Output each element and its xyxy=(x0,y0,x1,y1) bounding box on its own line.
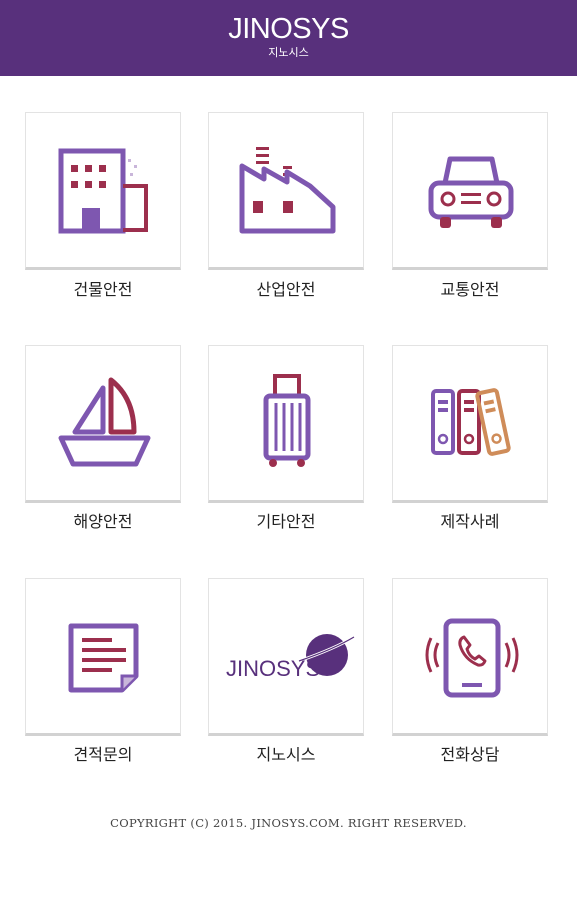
menu-tile-other-safety[interactable] xyxy=(208,345,364,503)
menu-tile-industrial-safety[interactable] xyxy=(208,112,364,270)
building-icon xyxy=(58,148,148,234)
menu-tile-jinosys[interactable]: JINOSYS xyxy=(208,578,364,736)
document-icon xyxy=(68,623,139,693)
menu-tile-estimate-inquiry[interactable] xyxy=(25,578,181,736)
brand-title: JINOSYS xyxy=(228,13,349,45)
menu-tile-traffic-safety[interactable] xyxy=(392,112,548,270)
menu-label-production-cases: 제작사례 xyxy=(440,512,500,531)
binders-icon xyxy=(431,388,511,456)
suitcase-icon xyxy=(263,374,311,467)
menu-label-jinosys: 지노시스 xyxy=(256,745,316,764)
menu-label-other-safety: 기타안전 xyxy=(256,512,316,531)
jinosys-logo: JINOSYS xyxy=(226,634,355,681)
menu-tile-marine-safety[interactable] xyxy=(25,345,181,503)
phone-ringing-icon xyxy=(425,618,519,698)
car-icon xyxy=(428,156,514,228)
menu-tile-phone-consult[interactable] xyxy=(392,578,548,736)
menu-tile-production-cases[interactable] xyxy=(392,345,548,503)
sailboat-icon xyxy=(58,377,151,467)
jinosys-logo-text: JINOSYS xyxy=(226,656,320,681)
app-header: JINOSYS 지노시스 xyxy=(0,0,577,76)
menu-label-building-safety: 건물안전 xyxy=(73,280,133,299)
factory-icon xyxy=(239,147,336,234)
menu-label-marine-safety: 해양안전 xyxy=(73,512,133,531)
copyright-text: COPYRIGHT (C) 2015. JINOSYS.COM. RIGHT R… xyxy=(110,816,467,830)
menu-label-traffic-safety: 교통안전 xyxy=(440,280,500,299)
menu-label-estimate-inquiry: 견적문의 xyxy=(73,745,133,764)
menu-label-phone-consult: 전화상담 xyxy=(440,745,500,764)
menu-label-industrial-safety: 산업안전 xyxy=(256,280,316,299)
brand-subtitle: 지노시스 xyxy=(268,46,309,59)
menu-tile-building-safety[interactable] xyxy=(25,112,181,270)
